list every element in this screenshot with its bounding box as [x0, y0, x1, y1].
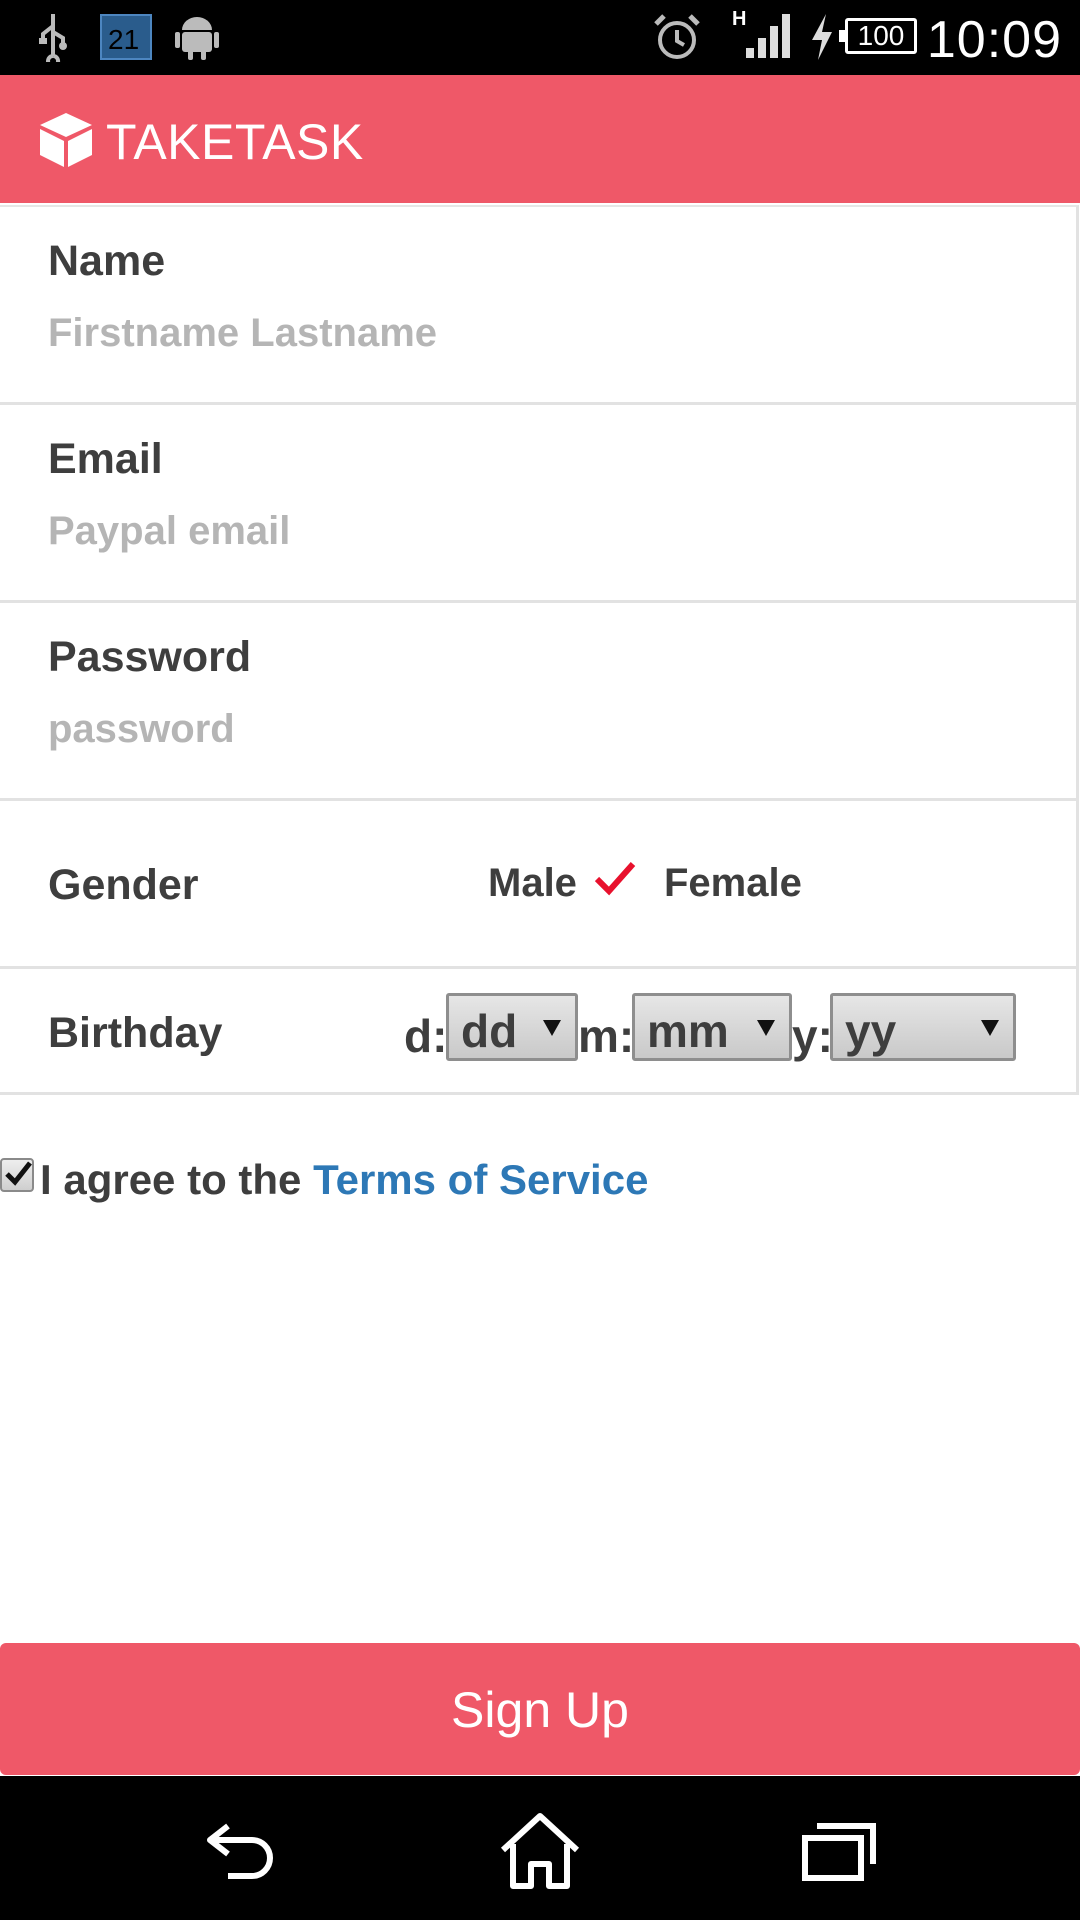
terms-prefix: I agree to the: [40, 1156, 314, 1203]
password-label: Password: [48, 633, 252, 681]
day-select[interactable]: dd: [446, 993, 578, 1061]
signal-icon: [746, 14, 790, 58]
name-input[interactable]: [48, 303, 1008, 363]
clock: 10:09: [926, 11, 1062, 69]
email-input[interactable]: [48, 501, 1008, 561]
gender-option-female[interactable]: Female: [664, 861, 802, 906]
gender-label: Gender: [48, 861, 199, 909]
year-select[interactable]: yy: [830, 993, 1016, 1061]
terms-text: I agree to the Terms of Service: [40, 1156, 648, 1204]
home-icon[interactable]: [495, 1812, 585, 1892]
usb-icon: [39, 14, 67, 62]
battery-icon: 100: [839, 18, 917, 54]
year-prefix: y:: [792, 1010, 833, 1062]
app-bar: TAKETASK: [0, 75, 1080, 203]
nav-bar: [0, 1776, 1080, 1920]
gender-option-male[interactable]: Male: [488, 861, 577, 906]
calendar-icon: 21: [100, 14, 152, 60]
name-label: Name: [48, 237, 166, 285]
signup-button[interactable]: Sign Up: [0, 1643, 1080, 1775]
dropdown-arrow-icon: [981, 1020, 999, 1036]
gender-row: Gender Male Female: [0, 801, 1076, 969]
dropdown-arrow-icon: [543, 1020, 561, 1036]
day-select-value: dd: [461, 1005, 518, 1057]
cube-icon: [40, 113, 92, 167]
name-row: Name: [0, 207, 1076, 405]
year-select-value: yy: [845, 1005, 897, 1057]
calendar-day: 21: [108, 24, 140, 55]
alarm-icon: [654, 14, 700, 59]
back-icon[interactable]: [198, 1812, 288, 1892]
password-row: Password: [0, 603, 1076, 801]
terms-checkbox[interactable]: [0, 1158, 34, 1192]
terms-row: I agree to the Terms of Service: [0, 1156, 800, 1208]
email-row: Email: [0, 405, 1076, 603]
month-select-value: mm: [647, 1005, 729, 1057]
dropdown-arrow-icon: [757, 1020, 775, 1036]
signup-form: Name Email Password Gender Male Female B…: [0, 205, 1079, 1095]
checkmark-icon: [5, 1161, 32, 1186]
status-bar: 21 H 100 10:09: [0, 0, 1080, 75]
month-prefix: m:: [578, 1010, 635, 1062]
email-label: Email: [48, 435, 163, 483]
password-input[interactable]: [48, 699, 1008, 759]
terms-of-service-link[interactable]: Terms of Service: [313, 1156, 648, 1203]
birthday-label: Birthday: [48, 1009, 223, 1057]
battery-level: 100: [857, 20, 905, 51]
day-prefix: d:: [404, 1010, 448, 1062]
birthday-row: Birthday d: dd m: mm y: yy: [0, 969, 1076, 1095]
recent-apps-icon[interactable]: [795, 1812, 885, 1892]
charging-icon: [812, 14, 832, 60]
android-icon: [175, 17, 219, 60]
month-select[interactable]: mm: [632, 993, 792, 1061]
app-title: TAKETASK: [106, 114, 364, 170]
checkmark-icon: [594, 862, 636, 896]
